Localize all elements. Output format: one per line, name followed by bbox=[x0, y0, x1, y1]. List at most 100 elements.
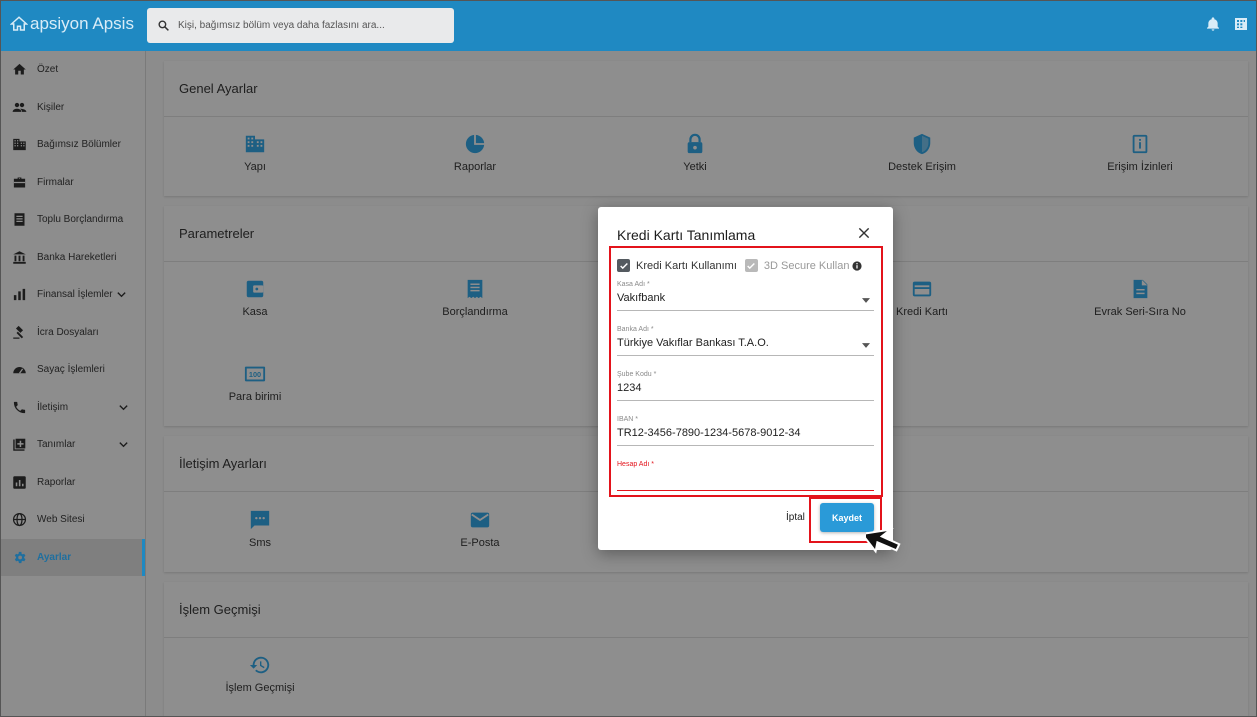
banka-select[interactable]: Banka Adı * Türkiye Vakıflar Bankası T.A… bbox=[617, 326, 874, 356]
tile-label: Raporlar bbox=[453, 161, 497, 173]
cancel-button[interactable]: İptal bbox=[786, 512, 805, 523]
lock-icon bbox=[687, 133, 703, 154]
apps-grid-icon[interactable] bbox=[1233, 16, 1249, 32]
tile-label: Destek Erişim bbox=[888, 161, 956, 173]
sidebar-item-bagimsiz-bolumler[interactable]: Bağımsız Bölümler bbox=[0, 126, 145, 164]
add-box-icon bbox=[12, 438, 26, 451]
pie-chart-icon bbox=[465, 134, 485, 154]
sidebar-item-label: İletişim bbox=[37, 401, 69, 413]
sidebar-item-label: Firmalar bbox=[37, 176, 74, 188]
chevron-down-icon[interactable] bbox=[116, 289, 127, 300]
sidebar-item-raporlar[interactable]: Raporlar bbox=[0, 464, 145, 502]
credit-card-dialog: Kredi Kartı Tanımlama Kredi Kartı Kullan… bbox=[598, 207, 893, 550]
sube-kodu-value: 1234 bbox=[617, 382, 642, 394]
sidebar-item-web-sitesi[interactable]: Web Sitesi bbox=[0, 501, 145, 539]
currency-box-icon: 100 bbox=[244, 366, 266, 382]
sidebar-item-sayac-islemleri[interactable]: Sayaç İşlemleri bbox=[0, 351, 145, 389]
credit-card-usage-checkbox[interactable] bbox=[617, 259, 630, 272]
sidebar-item-iletisim[interactable]: İletişim bbox=[0, 389, 145, 427]
banka-value: Türkiye Vakıflar Bankası T.A.O. bbox=[617, 337, 769, 349]
sidebar-item-finansal-islemler[interactable]: Finansal İşlemler bbox=[0, 276, 145, 314]
sidebar-item-label: İcra Dosyaları bbox=[37, 326, 99, 338]
tile-yapi[interactable]: Yapı bbox=[170, 133, 340, 173]
sidebar-item-label: Bağımsız Bölümler bbox=[37, 139, 121, 151]
sidebar-item-kisiler[interactable]: Kişiler bbox=[0, 89, 145, 127]
tile-label: Sms bbox=[249, 537, 271, 549]
credit-card-icon bbox=[912, 281, 932, 297]
tile-label: Yetki bbox=[683, 161, 707, 173]
hesap-adi-label: Hesap Adı * bbox=[617, 461, 654, 468]
tile-kasa[interactable]: Kasa bbox=[170, 278, 340, 318]
kasa-select[interactable]: Kasa Adı * Vakıfbank bbox=[617, 281, 874, 311]
search-input[interactable]: Kişi, bağımsız bölüm veya daha fazlasını… bbox=[147, 8, 454, 43]
chevron-down-icon[interactable] bbox=[118, 402, 129, 413]
sube-kodu-label: Şube Kodu * bbox=[617, 371, 657, 378]
tile-label: E-Posta bbox=[460, 537, 500, 549]
report-icon bbox=[12, 476, 26, 489]
tile-yetki[interactable]: Yetki bbox=[610, 133, 780, 173]
sidebar-item-icra-dosyalari[interactable]: İcra Dosyaları bbox=[0, 314, 145, 352]
close-icon[interactable] bbox=[857, 226, 871, 240]
section-genel-ayarlar: Genel Ayarlar Yapı Raporlar Yetki Destek… bbox=[164, 61, 1248, 196]
tile-label: Evrak Seri-Sıra No bbox=[1094, 306, 1186, 318]
tile-evrak-seri-sira-no[interactable]: Evrak Seri-Sıra No bbox=[1055, 278, 1225, 318]
shield-icon bbox=[913, 133, 931, 155]
building-icon bbox=[12, 139, 26, 151]
sidebar-item-label: Raporlar bbox=[37, 476, 76, 488]
dialog-title: Kredi Kartı Tanımlama bbox=[617, 227, 756, 243]
tile-destek-erisim[interactable]: Destek Erişim bbox=[837, 133, 1007, 173]
sidebar-item-ayarlar[interactable]: Ayarlar bbox=[0, 538, 145, 576]
top-bar: apsiyon Apsis Kişi, bağımsız bölüm veya … bbox=[0, 0, 1257, 51]
checkmark-icon bbox=[747, 262, 756, 269]
sidebar-item-label: Özet bbox=[37, 64, 59, 76]
sidebar-item-tanimlar[interactable]: Tanımlar bbox=[0, 426, 145, 464]
sidebar-item-label: Web Sitesi bbox=[37, 514, 85, 526]
3d-secure-label: 3D Secure Kullan bbox=[763, 259, 850, 272]
tile-sms[interactable]: Sms bbox=[175, 509, 345, 549]
tile-para-birimi[interactable]: 100 Para birimi bbox=[170, 363, 340, 403]
kasa-value: Vakıfbank bbox=[617, 292, 666, 304]
people-icon bbox=[12, 102, 26, 112]
phone-icon bbox=[13, 401, 25, 413]
credit-card-usage-label: Kredi Kartı Kullanımı bbox=[636, 259, 737, 272]
sidebar-item-label: Finansal İşlemler bbox=[37, 289, 113, 301]
bell-icon[interactable] bbox=[1205, 16, 1221, 32]
sidebar-item-label: Ayarlar bbox=[37, 551, 72, 563]
tile-e-posta[interactable]: E-Posta bbox=[395, 509, 565, 549]
history-icon bbox=[249, 656, 270, 674]
sidebar-item-ozet[interactable]: Özet bbox=[0, 51, 145, 89]
tile-label: Borçlandırma bbox=[442, 306, 508, 318]
info-icon[interactable] bbox=[852, 260, 863, 271]
house-outline-icon bbox=[10, 16, 28, 31]
sube-kodu-field[interactable]: Şube Kodu * 1234 bbox=[617, 371, 874, 401]
tile-islem-gecmisi[interactable]: İşlem Geçmişi bbox=[175, 654, 345, 694]
app-logo[interactable]: apsiyon Apsis bbox=[10, 14, 134, 34]
dropdown-caret-icon bbox=[862, 343, 870, 348]
sidebar-item-banka-hareketleri[interactable]: Banka Hareketleri bbox=[0, 239, 145, 277]
svg-text:100: 100 bbox=[249, 370, 261, 379]
receipt-icon bbox=[467, 279, 483, 299]
chevron-down-icon[interactable] bbox=[118, 439, 129, 450]
tile-borclandirma[interactable]: Borçlandırma bbox=[390, 278, 560, 318]
sidebar-item-firmalar[interactable]: Firmalar bbox=[0, 164, 145, 202]
tile-label: Para birimi bbox=[228, 391, 282, 403]
3d-secure-checkbox[interactable] bbox=[744, 259, 758, 272]
home-icon bbox=[12, 64, 26, 75]
search-placeholder: Kişi, bağımsız bölüm veya daha fazlasını… bbox=[178, 20, 385, 31]
globe-icon bbox=[12, 513, 26, 527]
iban-label: IBAN * bbox=[617, 416, 639, 423]
info-box-icon bbox=[1132, 134, 1148, 154]
iban-field[interactable]: IBAN * TR12-3456-7890-1234-5678-9012-34 bbox=[617, 416, 874, 446]
search-icon bbox=[158, 20, 169, 31]
bank-icon bbox=[12, 251, 26, 264]
chat-bubble-icon bbox=[250, 510, 270, 530]
sidebar-item-toplu-borclandirma[interactable]: Toplu Borçlandırma bbox=[0, 201, 145, 239]
tile-erisim-izinleri[interactable]: Erişim İzinleri bbox=[1055, 133, 1225, 173]
iban-value: TR12-3456-7890-1234-5678-9012-34 bbox=[617, 427, 801, 439]
hesap-adi-value bbox=[617, 472, 874, 487]
kasa-label: Kasa Adı * bbox=[617, 281, 650, 288]
hesap-adi-field[interactable]: Hesap Adı * bbox=[617, 461, 874, 491]
checkmark-icon bbox=[619, 262, 628, 269]
tile-label: Kredi Kartı bbox=[896, 306, 948, 318]
tile-raporlar[interactable]: Raporlar bbox=[390, 133, 560, 173]
